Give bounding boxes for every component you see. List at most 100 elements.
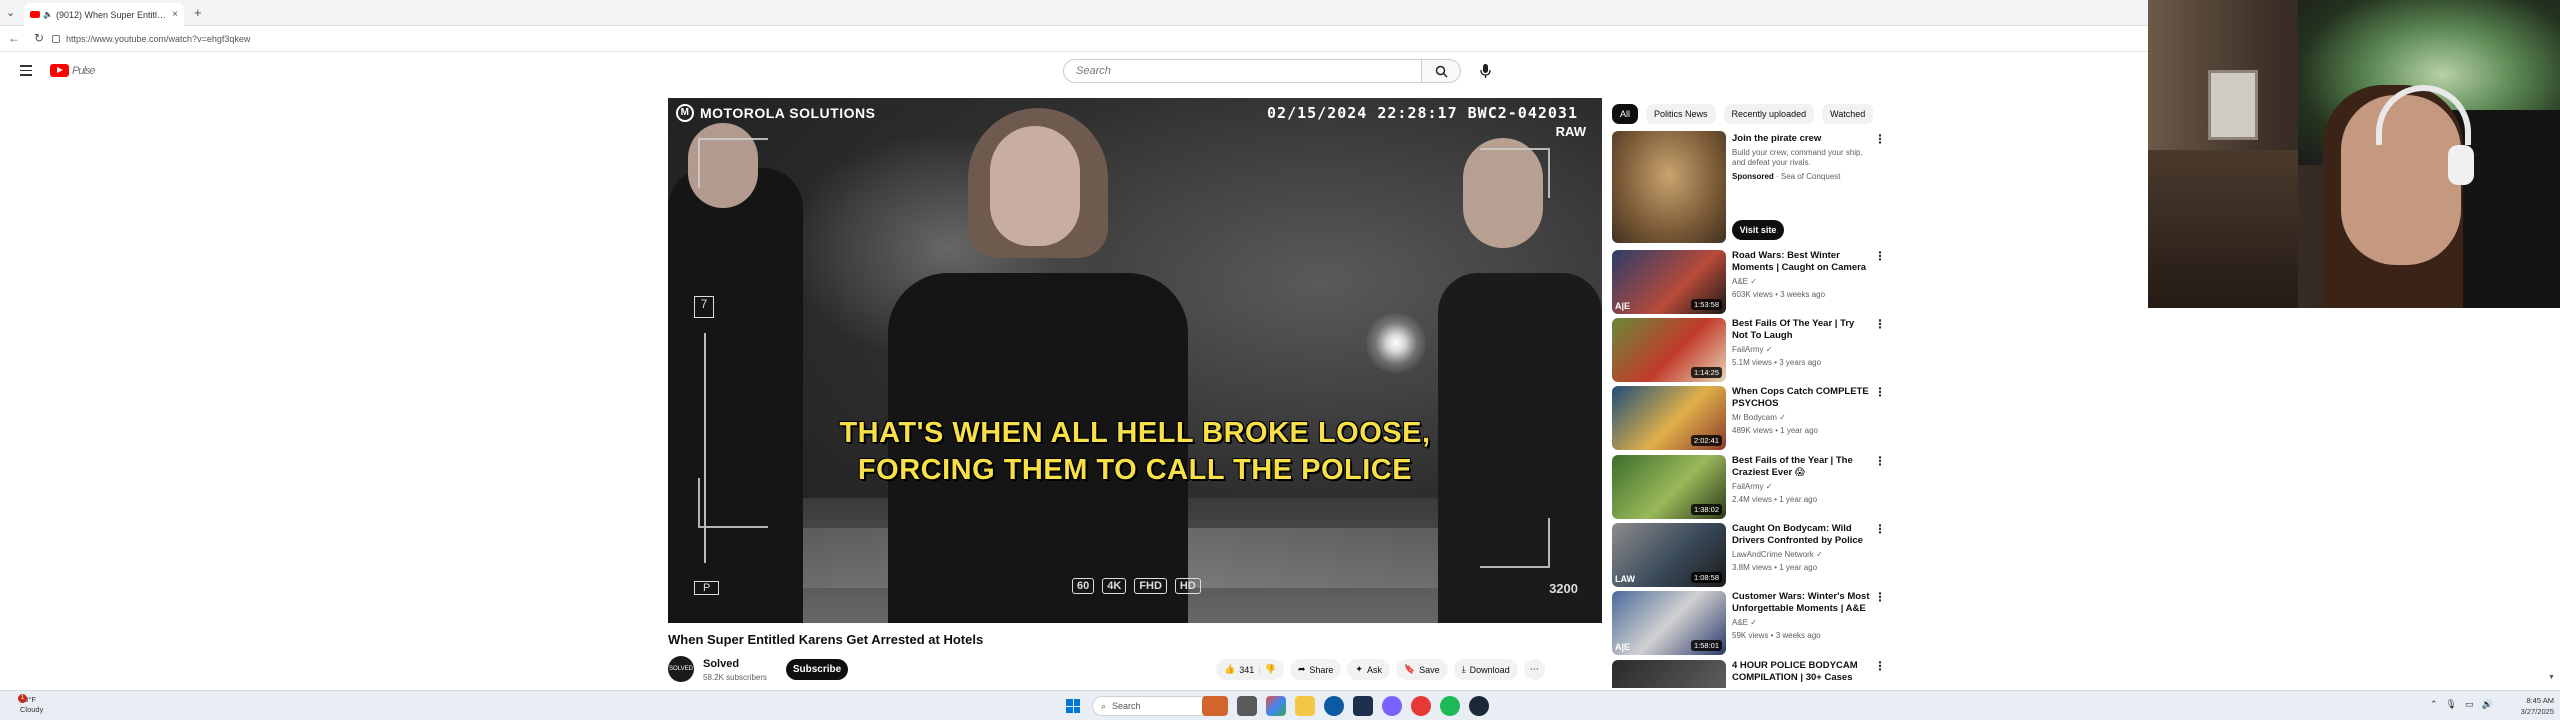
webcam-shelf: [2148, 150, 2298, 308]
logo-wordmark[interactable]: Pulse: [72, 65, 96, 77]
youtube-logo-icon[interactable]: [50, 64, 69, 77]
chip-watched[interactable]: Watched: [1822, 104, 1874, 124]
download-label: Download: [1469, 664, 1510, 675]
tray-chevron-up-icon[interactable]: ⌃: [2430, 699, 2438, 710]
clock-date: 3/27/2025: [2520, 707, 2554, 716]
recommendation-thumbnail[interactable]: [1612, 660, 1726, 688]
microphone-icon[interactable]: 🎙: [2446, 699, 2457, 710]
reload-icon[interactable]: ↻: [34, 31, 44, 45]
taskbar-clock[interactable]: 8:45 AM 3/27/2025: [2508, 695, 2554, 717]
chip-recently-uploaded[interactable]: Recently uploaded: [1723, 104, 1815, 124]
filter-chips: All Politics News Recently uploaded Watc…: [1612, 104, 1874, 124]
browser-tab[interactable]: 🔈 (9012) When Super Entitled K ×: [24, 3, 184, 26]
recommendation-thumbnail[interactable]: 1:38:02: [1612, 455, 1726, 519]
recommendation-thumbnail[interactable]: A|E 1:53:58: [1612, 250, 1726, 314]
subscribe-button[interactable]: Subscribe: [786, 659, 848, 680]
scroll-down-arrow-icon[interactable]: ▼: [2548, 674, 2555, 681]
ae-logo-icon: A|E: [1615, 301, 1631, 311]
chip-politics-news[interactable]: Politics News: [1646, 104, 1716, 124]
save-button[interactable]: 🔖 Save: [1395, 659, 1448, 680]
speaker-icon[interactable]: 🔈: [43, 10, 53, 19]
video-person-center-head: [990, 126, 1080, 246]
edge-browser-icon[interactable]: [1324, 696, 1344, 716]
video-player[interactable]: 7 M MOTOROLA SOLUTIONS 02/15/2024 22:28:…: [668, 98, 1602, 623]
chat-app-icon[interactable]: [1382, 696, 1402, 716]
ask-button[interactable]: ✦ Ask: [1347, 659, 1390, 680]
back-arrow-icon[interactable]: ←: [8, 31, 20, 45]
recommendation-channel: FailArmy ✓: [1732, 482, 1773, 491]
search-button[interactable]: [1422, 59, 1461, 83]
share-button[interactable]: ➦ Share: [1289, 659, 1342, 680]
weather-desc: Cloudy: [20, 705, 44, 714]
recommendation-thumbnail[interactable]: 1:14:25: [1612, 318, 1726, 382]
search-input[interactable]: Search: [1063, 59, 1422, 83]
recommendation-thumbnail[interactable]: 2:02:41: [1612, 386, 1726, 450]
file-explorer-icon[interactable]: [1295, 696, 1315, 716]
taskbar-app-window-icon[interactable]: [1237, 696, 1257, 716]
hamburger-menu-icon[interactable]: [20, 65, 32, 79]
network-icon[interactable]: ▭: [2465, 699, 2474, 710]
volume-icon[interactable]: 🔊: [2482, 699, 2493, 710]
store-icon[interactable]: [1353, 696, 1373, 716]
spotify-icon[interactable]: [1440, 696, 1460, 716]
recommendation-title: When Cops Catch COMPLETE PSYCHOS: [1732, 386, 1869, 409]
more-actions-button[interactable]: ⋯: [1523, 659, 1545, 680]
like-count[interactable]: 341: [1239, 665, 1254, 675]
video-duration: 1:38:02: [1690, 504, 1722, 515]
close-tab-icon[interactable]: ×: [172, 9, 178, 20]
hud-seven-badge: 7: [694, 296, 714, 318]
recommendation-meta: 2.4M views • 1 year ago: [1732, 495, 1818, 504]
motorola-logo-icon: M: [676, 104, 694, 122]
channel-avatar[interactable]: SOLVED: [668, 656, 694, 682]
url-field[interactable]: https://www.youtube.com/watch?v=ehgf3qke…: [52, 30, 1252, 48]
ad-description: Build your crew, command your ship, and …: [1732, 148, 1863, 167]
recommendation-item[interactable]: A|E 1:58:01 Customer Wars: Winter's Most…: [1612, 591, 1886, 657]
microphone-button[interactable]: [1472, 59, 1498, 83]
channel-name[interactable]: Solved: [703, 658, 739, 670]
kebab-menu-icon[interactable]: ⋮: [1874, 455, 1886, 467]
hud-number: 3200: [1549, 581, 1578, 596]
webcam-headset-earcup: [2448, 145, 2474, 185]
chrome-browser-icon[interactable]: [1411, 696, 1431, 716]
recommendation-title: 4 HOUR POLICE BODYCAM COMPILATION | 30+ …: [1732, 660, 1858, 683]
recommendation-channel: A&E ✓: [1732, 277, 1757, 286]
video-person-left: [668, 168, 803, 623]
taskbar: 1 23°F Cloudy ⌕ Search ⌃ 🎙 ▭ 🔊 8:45 AM 3…: [0, 690, 2560, 720]
steam-icon[interactable]: [1469, 696, 1489, 716]
weather-widget[interactable]: 1 23°F Cloudy: [18, 694, 44, 715]
hud-badge: 4K: [1102, 578, 1127, 594]
recommendation-item[interactable]: 2:02:41 When Cops Catch COMPLETE PSYCHOS…: [1612, 386, 1886, 452]
kebab-menu-icon[interactable]: ⋮: [1874, 386, 1886, 398]
new-tab-button[interactable]: +: [194, 5, 202, 20]
kebab-menu-icon[interactable]: ⋮: [1874, 523, 1886, 535]
recommendation-item[interactable]: LAW 1:08:58 Caught On Bodycam: Wild Driv…: [1612, 523, 1886, 589]
taskbar-app-colorful-icon[interactable]: [1266, 696, 1286, 716]
kebab-menu-icon[interactable]: ⋮: [1874, 250, 1886, 262]
recommendation-thumbnail[interactable]: A|E 1:58:01: [1612, 591, 1726, 655]
taskbar-search-label: Search: [1112, 701, 1141, 711]
kebab-menu-icon[interactable]: ⋮: [1874, 133, 1886, 145]
recommendation-thumbnail[interactable]: LAW 1:08:58: [1612, 523, 1726, 587]
ad-thumbnail[interactable]: [1612, 131, 1726, 243]
chip-all[interactable]: All: [1612, 104, 1639, 124]
recommendation-item[interactable]: A|E 1:53:58 Road Wars: Best Winter Momen…: [1612, 250, 1886, 316]
recommendation-meta: 603K views • 3 weeks ago: [1732, 290, 1826, 299]
windows-start-icon[interactable]: [1066, 699, 1080, 713]
chevron-down-icon[interactable]: ⌄: [6, 6, 15, 19]
kebab-menu-icon[interactable]: ⋮: [1874, 660, 1882, 672]
visit-site-button[interactable]: Visit site: [1732, 220, 1784, 240]
recommendation-item[interactable]: 1:14:25 Best Fails Of The Year | Try Not…: [1612, 318, 1886, 384]
like-icon[interactable]: 👍: [1224, 664, 1235, 675]
kebab-menu-icon[interactable]: ⋮: [1874, 318, 1886, 330]
video-duration: 1:08:58: [1690, 572, 1722, 583]
download-icon: ⤓: [1461, 664, 1466, 674]
kebab-menu-icon[interactable]: ⋮: [1874, 591, 1886, 603]
sponsored-ad[interactable]: Join the pirate crew Build your crew, co…: [1612, 131, 1886, 243]
download-button[interactable]: ⤓ Download: [1453, 659, 1518, 680]
taskbar-app-game-icon[interactable]: [1202, 696, 1228, 716]
ae-logo-icon: A|E: [1615, 642, 1631, 652]
recommendation-item[interactable]: 1:38:02 Best Fails of the Year | The Cra…: [1612, 455, 1886, 521]
caption-line: THAT'S WHEN ALL HELL BROKE LOOSE,: [839, 417, 1431, 449]
dislike-icon[interactable]: 👎: [1265, 664, 1276, 675]
recommendation-item[interactable]: 4 HOUR POLICE BODYCAM COMPILATION | 30+ …: [1612, 660, 1882, 688]
